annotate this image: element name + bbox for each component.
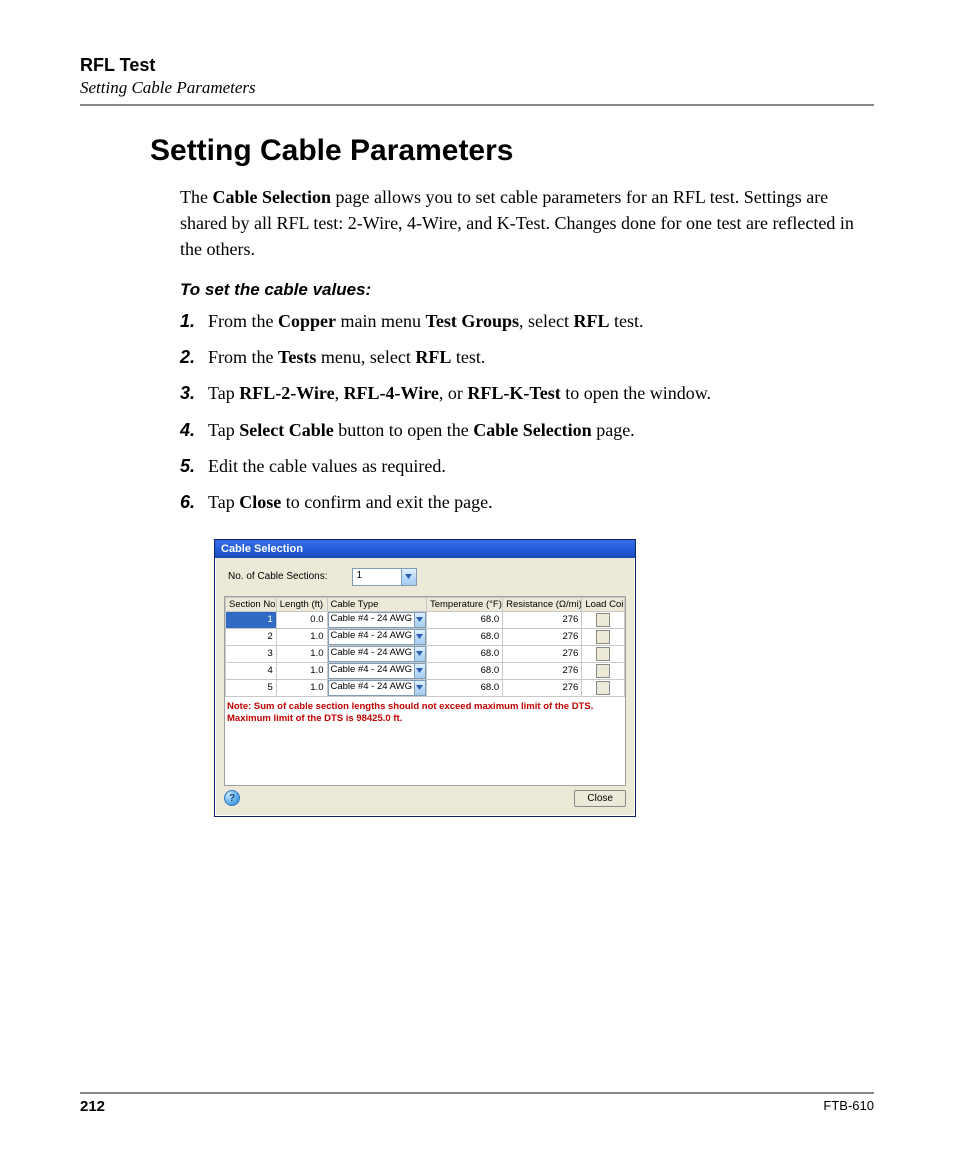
cell-type[interactable]: Cable #4 - 24 AWG <box>327 662 426 679</box>
cell-temp[interactable]: 68.0 <box>426 662 502 679</box>
step-item: 1.From the Copper main menu Test Groups,… <box>180 308 874 334</box>
step-text: Tap RFL-2-Wire, RFL-4-Wire, or RFL-K-Tes… <box>208 380 711 406</box>
step-text: Tap Close to confirm and exit the page. <box>208 489 493 515</box>
cell-length[interactable]: 0.0 <box>276 611 327 628</box>
chevron-down-icon <box>414 613 425 627</box>
load-coil-box[interactable] <box>596 647 610 661</box>
page-title: Setting Cable Parameters <box>150 134 874 168</box>
chevron-down-icon <box>401 569 416 585</box>
cell-section[interactable]: 1 <box>226 611 277 628</box>
cell-load-coil[interactable] <box>582 662 625 679</box>
table-row[interactable]: 10.0Cable #4 - 24 AWG68.0276 <box>226 611 625 628</box>
intro-bold-cable-selection: Cable Selection <box>212 187 331 207</box>
cell-type[interactable]: Cable #4 - 24 AWG <box>327 611 426 628</box>
step-item: 3.Tap RFL-2-Wire, RFL-4-Wire, or RFL-K-T… <box>180 380 874 406</box>
step-number: 1. <box>180 308 208 334</box>
cell-length[interactable]: 1.0 <box>276 662 327 679</box>
cell-section[interactable]: 2 <box>226 628 277 645</box>
table-note: Note: Sum of cable section lengths shoul… <box>225 697 625 785</box>
cell-length[interactable]: 1.0 <box>276 645 327 662</box>
table-row[interactable]: 21.0Cable #4 - 24 AWG68.0276 <box>226 628 625 645</box>
cell-load-coil[interactable] <box>582 611 625 628</box>
procedure-subhead: To set the cable values: <box>180 280 874 300</box>
load-coil-box[interactable] <box>596 630 610 644</box>
help-icon[interactable]: ? <box>224 790 240 806</box>
cell-res[interactable]: 276 <box>503 628 582 645</box>
step-item: 5.Edit the cable values as required. <box>180 453 874 479</box>
col-coil: Load Coil <box>582 597 625 611</box>
col-type: Cable Type <box>327 597 426 611</box>
window-titlebar: Cable Selection <box>215 540 635 558</box>
cell-res[interactable]: 276 <box>503 611 582 628</box>
cell-type[interactable]: Cable #4 - 24 AWG <box>327 679 426 696</box>
table-header-row: Section No. Length (ft) Cable Type Tempe… <box>226 597 625 611</box>
col-section: Section No. <box>226 597 277 611</box>
page-footer: 212 FTB-610 <box>80 1092 874 1115</box>
cell-type[interactable]: Cable #4 - 24 AWG <box>327 645 426 662</box>
header-rule <box>80 104 874 106</box>
cell-temp[interactable]: 68.0 <box>426 611 502 628</box>
step-text: Tap Select Cable button to open the Cabl… <box>208 417 635 443</box>
cell-load-coil[interactable] <box>582 679 625 696</box>
step-number: 5. <box>180 453 208 479</box>
procedure-steps: 1.From the Copper main menu Test Groups,… <box>180 308 874 515</box>
cable-type-dropdown[interactable]: Cable #4 - 24 AWG <box>328 646 426 662</box>
sections-dropdown-value: 1 <box>353 569 401 585</box>
step-text: Edit the cable values as required. <box>208 453 446 479</box>
step-text: From the Tests menu, select RFL test. <box>208 344 485 370</box>
chevron-down-icon <box>414 630 425 644</box>
cable-table-wrap: Section No. Length (ft) Cable Type Tempe… <box>224 596 626 786</box>
step-item: 2.From the Tests menu, select RFL test. <box>180 344 874 370</box>
cell-section[interactable]: 4 <box>226 662 277 679</box>
load-coil-box[interactable] <box>596 664 610 678</box>
chevron-down-icon <box>414 664 425 678</box>
col-length: Length (ft) <box>276 597 327 611</box>
step-item: 6.Tap Close to confirm and exit the page… <box>180 489 874 515</box>
document-id: FTB-610 <box>823 1098 874 1115</box>
cable-selection-window: Cable Selection No. of Cable Sections: 1 <box>214 539 636 817</box>
table-row[interactable]: 31.0Cable #4 - 24 AWG68.0276 <box>226 645 625 662</box>
page-number: 212 <box>80 1098 105 1115</box>
cell-length[interactable]: 1.0 <box>276 628 327 645</box>
cell-res[interactable]: 276 <box>503 662 582 679</box>
cell-section[interactable]: 5 <box>226 679 277 696</box>
step-number: 3. <box>180 380 208 406</box>
cell-section[interactable]: 3 <box>226 645 277 662</box>
running-head-title: RFL Test <box>80 55 874 76</box>
table-row[interactable]: 41.0Cable #4 - 24 AWG68.0276 <box>226 662 625 679</box>
step-number: 4. <box>180 417 208 443</box>
cable-type-dropdown[interactable]: Cable #4 - 24 AWG <box>328 663 426 679</box>
step-number: 2. <box>180 344 208 370</box>
chevron-down-icon <box>414 647 425 661</box>
running-head-section: Setting Cable Parameters <box>80 78 874 98</box>
cell-length[interactable]: 1.0 <box>276 679 327 696</box>
step-text: From the Copper main menu Test Groups, s… <box>208 308 644 334</box>
cable-type-dropdown[interactable]: Cable #4 - 24 AWG <box>328 612 426 628</box>
cable-type-dropdown[interactable]: Cable #4 - 24 AWG <box>328 680 426 696</box>
step-number: 6. <box>180 489 208 515</box>
intro-paragraph: The Cable Selection page allows you to s… <box>180 184 874 262</box>
footer-rule <box>80 1092 874 1094</box>
cell-temp[interactable]: 68.0 <box>426 628 502 645</box>
step-item: 4.Tap Select Cable button to open the Ca… <box>180 417 874 443</box>
cell-res[interactable]: 276 <box>503 679 582 696</box>
load-coil-box[interactable] <box>596 613 610 627</box>
col-temp: Temperature (°F) <box>426 597 502 611</box>
cell-type[interactable]: Cable #4 - 24 AWG <box>327 628 426 645</box>
cell-temp[interactable]: 68.0 <box>426 645 502 662</box>
col-res: Resistance (Ω/mi) <box>503 597 582 611</box>
cell-load-coil[interactable] <box>582 645 625 662</box>
load-coil-box[interactable] <box>596 681 610 695</box>
cable-table: Section No. Length (ft) Cable Type Tempe… <box>225 597 625 697</box>
cell-load-coil[interactable] <box>582 628 625 645</box>
close-button[interactable]: Close <box>574 790 626 807</box>
cable-type-dropdown[interactable]: Cable #4 - 24 AWG <box>328 629 426 645</box>
cell-res[interactable]: 276 <box>503 645 582 662</box>
table-row[interactable]: 51.0Cable #4 - 24 AWG68.0276 <box>226 679 625 696</box>
sections-label: No. of Cable Sections: <box>228 571 328 582</box>
sections-dropdown[interactable]: 1 <box>352 568 417 586</box>
cell-temp[interactable]: 68.0 <box>426 679 502 696</box>
chevron-down-icon <box>414 681 425 695</box>
